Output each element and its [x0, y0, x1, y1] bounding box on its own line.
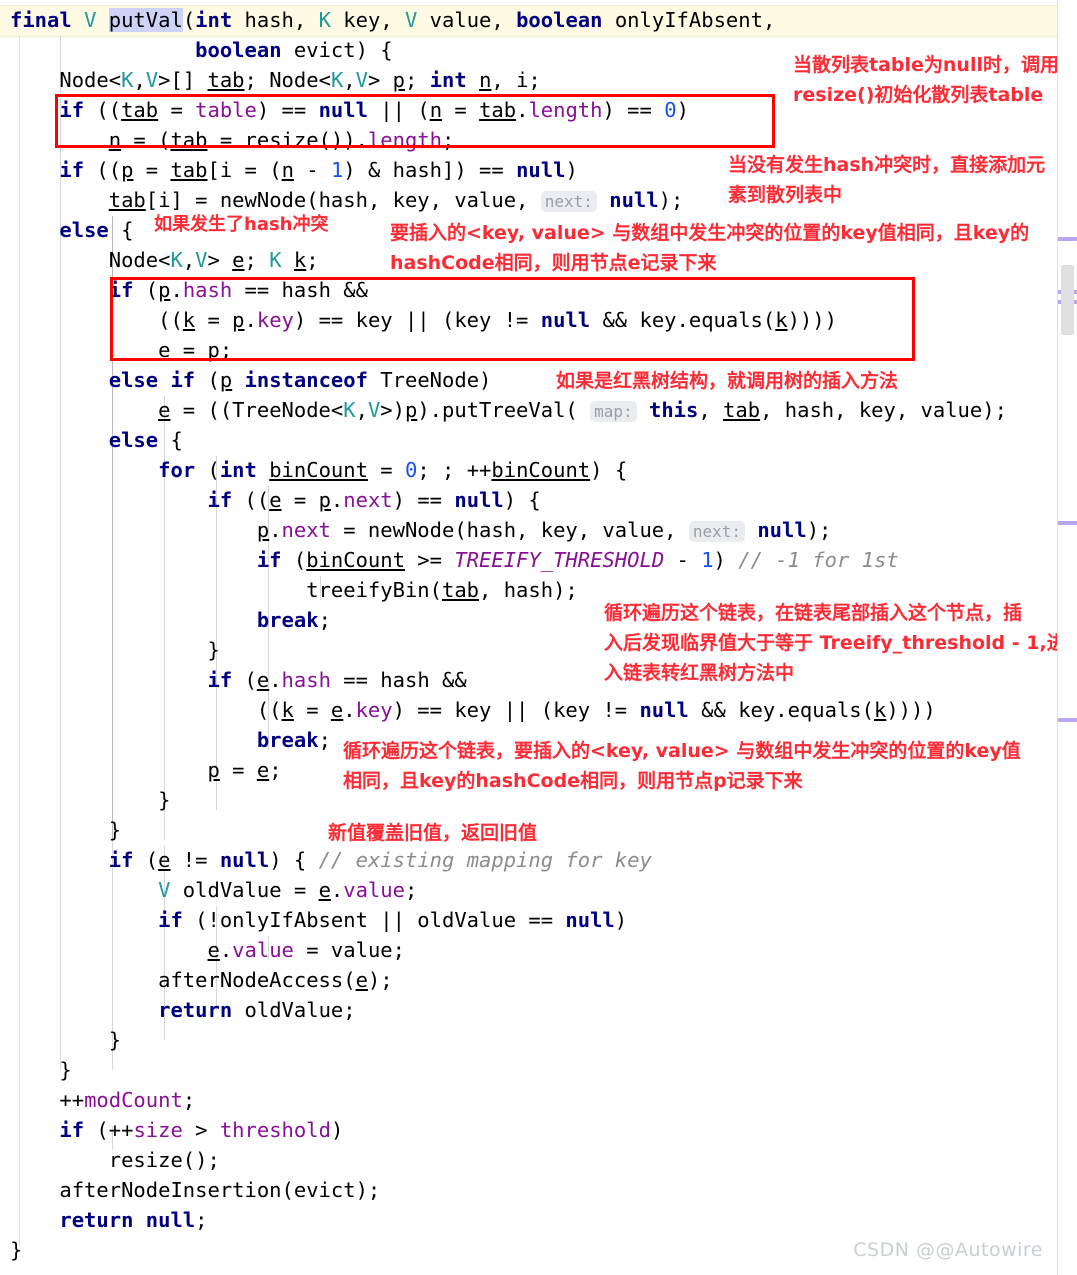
code-line-17[interactable]: p.next = newNode(hash, key, value, next:… — [10, 515, 831, 545]
code-line-40[interactable]: return null; — [10, 1205, 207, 1235]
code-line-27[interactable]: } — [10, 815, 121, 845]
code-line-3[interactable]: if ((tab = table) == null || (n = tab.le… — [10, 95, 689, 125]
annotation-line: 要插入的<key, value> 与数组中发生冲突的位置的key值相同，且key… — [390, 222, 1030, 244]
scrollbar-marker[interactable] — [1058, 521, 1077, 525]
code-line-2[interactable]: Node<K,V>[] tab; Node<K,V> p; int n, i; — [10, 65, 540, 95]
code-line-23[interactable]: ((k = e.key) == key || (key != null && k… — [10, 695, 936, 725]
code-line-9[interactable]: if (p.hash == hash && — [10, 275, 368, 305]
annotation-line: 如果发生了hash冲突 — [154, 214, 329, 235]
annotation-line: 新值覆盖旧值，返回旧值 — [328, 822, 538, 844]
code-line-11[interactable]: e = p; — [10, 335, 232, 365]
code-line-35[interactable]: } — [10, 1055, 71, 1085]
code-line-5[interactable]: if ((p = tab[i = (n - 1) & hash]) == nul… — [10, 155, 577, 185]
annotation-line: 素到散列表中 — [728, 184, 843, 206]
code-line-33[interactable]: return oldValue; — [10, 995, 355, 1025]
code-line-16[interactable]: if ((e = p.next) == null) { — [10, 485, 540, 515]
code-line-30[interactable]: if (!onlyIfAbsent || oldValue == null) — [10, 905, 627, 935]
code-line-19[interactable]: treeifyBin(tab, hash); — [10, 575, 578, 605]
annotation-line: 循环遍历这个链表，在链表尾部插入这个节点，插 — [604, 602, 1023, 624]
annotation-line: 当没有发生hash冲突时，直接添加元 — [728, 154, 1046, 176]
annotation-overwrite: 新值覆盖旧值，返回旧值 — [328, 818, 537, 848]
code-line-8[interactable]: Node<K,V> e; K k; — [10, 245, 319, 275]
annotation-line: 相同，且key的hashCode相同，则用节点p记录下来 — [343, 770, 803, 792]
code-line-37[interactable]: if (++size > threshold) — [10, 1115, 343, 1145]
code-line-0[interactable]: final V putVal(int hash, K key, V value,… — [10, 5, 775, 35]
code-line-6[interactable]: tab[i] = newNode(hash, key, value, next:… — [10, 185, 683, 215]
code-line-15[interactable]: for (int binCount = 0; ; ++binCount) { — [10, 455, 627, 485]
code-editor[interactable]: final V putVal(int hash, K key, V value,… — [0, 0, 1077, 1275]
code-line-38[interactable]: resize(); — [10, 1145, 220, 1175]
code-line-20[interactable]: break; — [10, 605, 331, 635]
code-line-21[interactable]: } — [10, 635, 219, 665]
annotation-line: 如果是红黑树结构，就调用树的插入方法 — [556, 370, 899, 392]
annotation-line: 入链表转红黑树方法中 — [604, 662, 795, 684]
annotation-treeify: 循环遍历这个链表，在链表尾部插入这个节点，插入后发现临界值大于等于 Treeif… — [604, 598, 1058, 688]
code-line-26[interactable]: } — [10, 785, 170, 815]
scrollbar-marker[interactable] — [1058, 718, 1077, 722]
code-line-7[interactable]: else { — [10, 215, 133, 245]
code-line-10[interactable]: ((k = p.key) == key || (key != null && k… — [10, 305, 837, 335]
annotation-traverse: 循环遍历这个链表，要插入的<key, value> 与数组中发生冲突的位置的ke… — [343, 736, 1021, 796]
code-line-34[interactable]: } — [10, 1025, 121, 1055]
annotation-line: hashCode相同，则用节点e记录下来 — [390, 252, 717, 274]
code-line-28[interactable]: if (e != null) { // existing mapping for… — [10, 845, 652, 875]
annotation-collision: 如果发生了hash冲突 — [154, 210, 329, 240]
annotation-line: resize()初始化散列表table — [793, 84, 1044, 106]
code-line-4[interactable]: n = (tab = resize()).length; — [10, 125, 455, 155]
code-line-1[interactable]: boolean evict) { — [10, 35, 393, 65]
code-line-36[interactable]: ++modCount; — [10, 1085, 195, 1115]
annotation-treenode: 如果是红黑树结构，就调用树的插入方法 — [556, 366, 898, 396]
scrollbar-marker[interactable] — [1058, 237, 1077, 241]
annotation-table-null: 当散列表table为null时，调用 resize()初始化散列表table — [793, 50, 1058, 110]
code-line-12[interactable]: else if (p instanceof TreeNode) — [10, 365, 492, 395]
code-line-24[interactable]: break; — [10, 725, 331, 755]
code-line-41[interactable]: } — [10, 1235, 22, 1265]
annotation-line: 入后发现临界值大于等于 Treeify_threshold - 1,进 — [604, 632, 1058, 654]
annotation-no-collision: 当没有发生hash冲突时，直接添加元 素到散列表中 — [728, 150, 1045, 210]
code-line-18[interactable]: if (binCount >= TREEIFY_THRESHOLD - 1) /… — [10, 545, 899, 575]
vertical-scrollbar[interactable] — [1057, 0, 1077, 1275]
annotation-line: 当散列表table为null时，调用 — [793, 54, 1058, 76]
code-line-39[interactable]: afterNodeInsertion(evict); — [10, 1175, 380, 1205]
code-line-32[interactable]: afterNodeAccess(e); — [10, 965, 393, 995]
code-line-14[interactable]: else { — [10, 425, 183, 455]
scrollbar-thumb[interactable] — [1061, 265, 1074, 335]
annotation-line: 循环遍历这个链表，要插入的<key, value> 与数组中发生冲突的位置的ke… — [343, 740, 1021, 762]
annotation-same-key: 要插入的<key, value> 与数组中发生冲突的位置的key值相同，且key… — [390, 218, 1029, 278]
code-line-31[interactable]: e.value = value; — [10, 935, 405, 965]
watermark: CSDN @@Autowire — [853, 1239, 1043, 1261]
code-line-13[interactable]: e = ((TreeNode<K,V>)p).putTreeVal( map: … — [10, 395, 1007, 425]
code-line-22[interactable]: if (e.hash == hash && — [10, 665, 466, 695]
code-surface[interactable]: final V putVal(int hash, K key, V value,… — [0, 0, 1058, 1275]
code-line-29[interactable]: V oldValue = e.value; — [10, 875, 417, 905]
code-line-25[interactable]: p = e; — [10, 755, 281, 785]
